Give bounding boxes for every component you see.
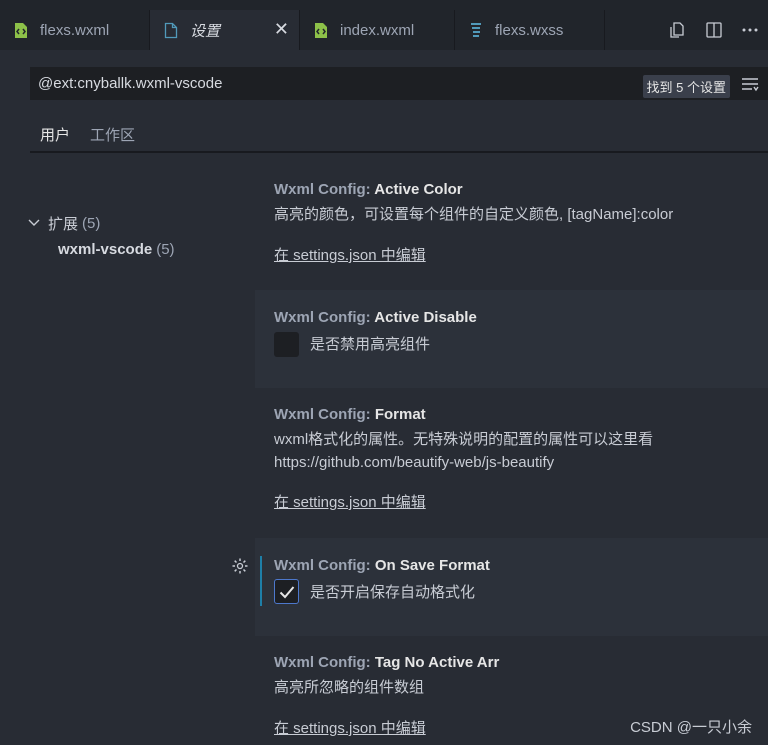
tab-workspace[interactable]: 工作区: [90, 118, 135, 145]
setting-description-link: https://github.com/beautify-web/js-beaut…: [274, 454, 555, 471]
setting-description: wxml格式化的属性。无特殊说明的配置的属性可以这里看: [274, 431, 654, 448]
tree-item-label: 扩展: [48, 215, 79, 233]
setting-name: Active Color: [374, 181, 463, 198]
active-disable-checkbox[interactable]: [274, 332, 299, 357]
checkbox-label: 是否开启保存自动格式化: [310, 584, 476, 601]
edit-in-settings-json-link[interactable]: 在 settings.json 中编辑: [274, 244, 426, 265]
setting-category: Wxml Config:: [274, 406, 375, 423]
checkbox-label: 是否禁用高亮组件: [310, 336, 431, 353]
setting-name: Tag No Active Arr: [374, 654, 500, 671]
tab-label: flexs.wxss: [495, 21, 564, 39]
tab-flexs-wxml[interactable]: flexs.wxml: [0, 10, 150, 50]
tab-label: flexs.wxml: [40, 21, 110, 39]
setting-category: Wxml Config:: [274, 557, 375, 574]
setting-title: Wxml Config: Format: [274, 406, 426, 423]
gear-icon[interactable]: [231, 557, 249, 575]
setting-description: 高亮所忽略的组件数组: [274, 679, 425, 696]
tree-item-extensions[interactable]: 扩展 (5): [0, 210, 255, 236]
setting-format: Wxml Config: Format wxml格式化的属性。无特殊说明的配置的…: [255, 388, 768, 538]
watermark: CSDN @一只小余: [630, 719, 752, 736]
more-actions-icon[interactable]: [732, 10, 768, 50]
setting-title: Wxml Config: Active Color: [274, 181, 463, 198]
tree-item-count: (5): [156, 240, 175, 258]
tree-item-label: wxml-vscode: [58, 240, 153, 258]
file-icon: [162, 21, 180, 39]
file-code-icon: [12, 21, 30, 39]
open-settings-json-icon[interactable]: [660, 10, 696, 50]
close-icon[interactable]: ✕: [274, 20, 289, 38]
edit-in-settings-json-link[interactable]: 在 settings.json 中编辑: [274, 491, 426, 512]
css-icon: [467, 21, 485, 39]
tab-flexs-wxss[interactable]: flexs.wxss: [455, 10, 605, 50]
tab-index-wxml[interactable]: index.wxml: [300, 10, 455, 50]
setting-active-disable: Wxml Config: Active Disable 是否禁用高亮组件: [255, 290, 768, 388]
settings-tree: 扩展 (5) wxml-vscode (5): [0, 210, 255, 262]
divider: [30, 151, 768, 153]
tab-label: 设置: [190, 22, 221, 40]
scope-tabs: 用户 工作区: [30, 118, 155, 145]
checkmark-icon: [279, 585, 294, 598]
on-save-format-checkbox[interactable]: [274, 579, 299, 604]
search-input[interactable]: [30, 75, 620, 92]
file-code-icon: [312, 21, 330, 39]
setting-title: Wxml Config: On Save Format: [274, 557, 490, 574]
edit-in-settings-json-link[interactable]: 在 settings.json 中编辑: [274, 717, 426, 738]
setting-name: Format: [374, 406, 426, 423]
tab-settings[interactable]: 设置 ✕: [150, 10, 300, 50]
tree-item-count: (5): [82, 214, 101, 232]
setting-on-save-format: Wxml Config: On Save Format 是否开启保存自动格式化: [255, 538, 768, 636]
filter-icon[interactable]: [740, 75, 760, 93]
chevron-down-icon: [28, 219, 42, 227]
setting-name: On Save Format: [374, 557, 490, 574]
modified-indicator: [260, 556, 262, 606]
split-editor-icon[interactable]: [696, 10, 732, 50]
setting-title: Wxml Config: Active Disable: [274, 309, 477, 326]
result-count-badge: 找到 5 个设置: [642, 75, 730, 98]
setting-name: Active Disable: [374, 309, 477, 326]
top-strip: [0, 0, 768, 10]
tab-user[interactable]: 用户: [30, 118, 70, 145]
tree-item-wxml-vscode[interactable]: wxml-vscode (5): [0, 236, 255, 262]
setting-active-color: Wxml Config: Active Color 高亮的颜色，可设置每个组件的…: [255, 165, 768, 290]
settings-search: 找到 5 个设置: [30, 67, 768, 100]
setting-description: 高亮的颜色，可设置每个组件的自定义颜色, [tagName]:color: [274, 206, 674, 223]
editor-tab-bar: flexs.wxml 设置 ✕ index.wxml flexs.wxss: [0, 10, 768, 50]
editor-actions: [660, 10, 768, 50]
setting-category: Wxml Config:: [274, 181, 375, 198]
setting-category: Wxml Config:: [274, 309, 375, 326]
setting-title: Wxml Config: Tag No Active Arr: [274, 654, 499, 671]
setting-category: Wxml Config:: [274, 654, 375, 671]
tab-label: index.wxml: [340, 21, 415, 39]
